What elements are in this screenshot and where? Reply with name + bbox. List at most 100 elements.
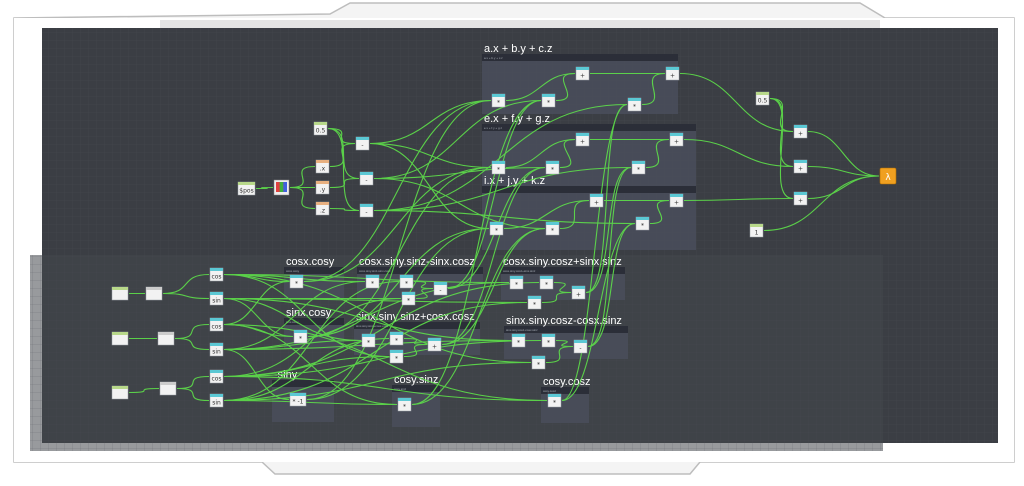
- network-node[interactable]: *: [527, 295, 542, 310]
- network-node[interactable]: *: [531, 355, 546, 370]
- node-label: -: [365, 178, 367, 185]
- network-node[interactable]: *: [545, 160, 560, 175]
- node-label: +: [798, 131, 803, 138]
- network-node[interactable]: +: [427, 337, 442, 352]
- network-box-title: e.x + f.y + g.z: [484, 113, 550, 125]
- node-label: sin: [212, 298, 221, 305]
- node-label: *: [367, 340, 370, 347]
- network-node[interactable]: -: [355, 136, 370, 151]
- node-label: *: [637, 167, 640, 174]
- node-label: *: [533, 302, 536, 309]
- network-node[interactable]: -: [359, 203, 374, 218]
- network-node[interactable]: *: [511, 333, 526, 348]
- node-label: +: [798, 166, 803, 173]
- node-label: 1: [755, 230, 759, 237]
- node-label: +: [576, 292, 581, 299]
- network-node[interactable]: -: [573, 339, 588, 354]
- node-label: +: [580, 73, 585, 80]
- network-node[interactable]: cos: [209, 369, 224, 384]
- color-ramp-icon: [276, 182, 287, 192]
- output-node[interactable]: λ: [879, 167, 897, 185]
- network-node[interactable]: [145, 286, 163, 301]
- network-box-subtitle: cosy.cosz: [543, 389, 556, 393]
- network-node[interactable]: +: [669, 132, 684, 147]
- network-node[interactable]: [111, 286, 129, 301]
- node-label: .y: [320, 187, 326, 194]
- network-box[interactable]: i.x + j.y + k.z: [482, 175, 696, 250]
- network-node[interactable]: *: [361, 333, 376, 348]
- node-label: *: [553, 400, 556, 407]
- node-label: +: [674, 200, 679, 207]
- network-node[interactable]: +: [571, 285, 586, 300]
- node-label: *: [495, 228, 498, 235]
- network-node[interactable]: *: [491, 160, 506, 175]
- network-node[interactable]: -: [359, 171, 374, 186]
- network-node[interactable]: *: [509, 275, 524, 290]
- network-node[interactable]: *: [491, 93, 506, 108]
- network-node[interactable]: +: [793, 124, 808, 139]
- network-node[interactable]: +: [665, 66, 680, 81]
- network-node[interactable]: +: [793, 191, 808, 206]
- network-node[interactable]: +: [575, 132, 590, 147]
- network-box[interactable]: sinx.siny.sinz+cosx.coszsinx.siny.sinz+c…: [354, 311, 480, 355]
- network-node[interactable]: 1: [749, 223, 764, 238]
- network-node[interactable]: *: [627, 97, 642, 112]
- network-node[interactable]: *: [539, 275, 554, 290]
- network-node[interactable]: *: [289, 274, 304, 289]
- network-node[interactable]: [159, 381, 177, 396]
- network-node[interactable]: *: [389, 331, 404, 346]
- node-label: .z: [320, 208, 325, 215]
- network-node[interactable]: cos: [209, 267, 224, 282]
- network-node[interactable]: *: [489, 221, 504, 236]
- network-node[interactable]: +: [793, 159, 808, 174]
- network-node[interactable]: * -1: [289, 392, 307, 407]
- network-node[interactable]: *: [401, 291, 416, 306]
- network-node[interactable]: +: [575, 66, 590, 81]
- network-node[interactable]: cos: [209, 317, 224, 332]
- network-node[interactable]: sin: [209, 342, 224, 357]
- network-node[interactable]: .z: [315, 201, 330, 216]
- node-label: *: [371, 281, 374, 288]
- network-node[interactable]: *: [293, 329, 308, 344]
- network-node[interactable]: *: [389, 349, 404, 364]
- node-label: *: [633, 104, 636, 111]
- network-node[interactable]: +: [589, 193, 604, 208]
- node-label: cos: [211, 324, 221, 331]
- network-node[interactable]: sin: [209, 393, 224, 408]
- network-node[interactable]: *: [541, 93, 556, 108]
- network-node[interactable]: *: [631, 160, 646, 175]
- network-node[interactable]: *: [545, 221, 560, 236]
- network-node[interactable]: *: [547, 393, 562, 408]
- node-label: -: [579, 346, 581, 353]
- node-label: +: [674, 139, 679, 146]
- network-node[interactable]: *: [399, 274, 414, 289]
- network-node[interactable]: -: [433, 281, 448, 296]
- node-label: *: [407, 298, 410, 305]
- network-box-subtitle: e.x + f.y + g.z: [484, 126, 503, 130]
- node-label: *: [403, 404, 406, 411]
- network-node[interactable]: [111, 385, 129, 400]
- network-box-subtitle: cosx.cosy: [286, 269, 300, 273]
- node-label: *: [537, 362, 540, 369]
- network-node[interactable]: [273, 179, 290, 196]
- node-label: *: [395, 356, 398, 363]
- network-box-subtitle: cosx.siny.cosz+sinx.sinz: [503, 269, 536, 273]
- network-node[interactable]: +: [669, 193, 684, 208]
- network-node[interactable]: $pos: [237, 181, 256, 196]
- node-label: *: [497, 100, 500, 107]
- network-node[interactable]: *: [635, 216, 650, 231]
- network-box-subtitle: sinx.siny.cosz-cosx.sinz: [506, 328, 538, 332]
- network-node[interactable]: *: [541, 333, 556, 348]
- node-label: *: [547, 340, 550, 347]
- network-node[interactable]: .y: [315, 180, 330, 195]
- network-node[interactable]: 0.5: [755, 91, 770, 106]
- network-node[interactable]: *: [365, 274, 380, 289]
- network-node[interactable]: .x: [315, 159, 330, 174]
- network-node[interactable]: sin: [209, 291, 224, 306]
- node-label: *: [517, 340, 520, 347]
- network-node[interactable]: 0.5: [313, 121, 328, 136]
- node-label: sin: [212, 349, 221, 356]
- network-node[interactable]: [157, 331, 175, 346]
- network-node[interactable]: *: [397, 397, 412, 412]
- network-node[interactable]: [111, 331, 129, 346]
